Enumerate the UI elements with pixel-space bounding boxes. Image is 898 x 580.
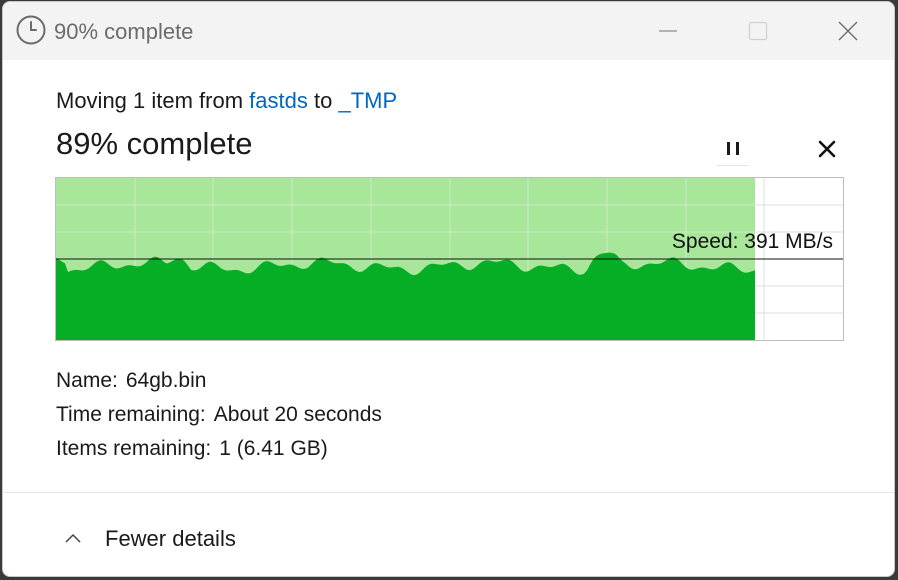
speed-graph-canvas <box>56 178 843 340</box>
footer-separator <box>3 492 894 493</box>
pause-button[interactable] <box>717 135 749 166</box>
detail-time-row: Time remaining: About 20 seconds <box>56 400 382 434</box>
operation-prefix: Moving 1 item from <box>56 88 250 113</box>
name-label: Name: <box>56 369 118 392</box>
detail-name-row: Name: 64gb.bin <box>56 366 382 400</box>
fewer-details-label: Fewer details <box>105 526 236 551</box>
time-remaining-value: About 20 seconds <box>213 403 382 426</box>
pause-icon <box>727 142 739 155</box>
progress-percent: 89% complete <box>56 126 253 161</box>
fewer-details-button[interactable]: Fewer details <box>63 522 236 556</box>
cancel-icon <box>818 140 836 158</box>
title-bar[interactable]: 90% complete <box>3 2 894 60</box>
details-section: Name: 64gb.bin Time remaining: About 20 se… <box>56 366 382 468</box>
transfer-speed-graph: Speed: 391 MB/s <box>55 177 844 341</box>
chevron-up-icon <box>65 533 81 543</box>
window-title: 90% complete <box>54 19 194 44</box>
clock-icon <box>16 15 46 45</box>
maximize-icon <box>748 21 768 41</box>
destination-folder-link[interactable]: _TMP <box>338 88 397 113</box>
time-remaining-label: Time remaining: <box>56 403 206 426</box>
operation-middle: to <box>307 88 339 113</box>
source-folder-link[interactable]: fastds <box>249 88 308 113</box>
maximize-button[interactable] <box>713 2 803 60</box>
cancel-button[interactable] <box>815 137 839 161</box>
items-remaining-value: 1 (6.41 GB) <box>219 437 328 460</box>
file-operation-dialog: 90% complete Moving 1 item from fastds t… <box>2 1 895 577</box>
minimize-button[interactable] <box>623 2 713 60</box>
detail-items-row: Items remaining: 1 (6.41 GB) <box>56 434 382 468</box>
close-button[interactable] <box>803 2 893 60</box>
minimize-icon <box>659 30 677 32</box>
name-value: 64gb.bin <box>125 369 207 392</box>
items-remaining-label: Items remaining: <box>56 437 212 460</box>
operation-description: Moving 1 item from fastds to _TMP <box>56 88 397 114</box>
speed-label: Speed: 391 MB/s <box>671 230 833 253</box>
close-icon <box>838 21 858 41</box>
